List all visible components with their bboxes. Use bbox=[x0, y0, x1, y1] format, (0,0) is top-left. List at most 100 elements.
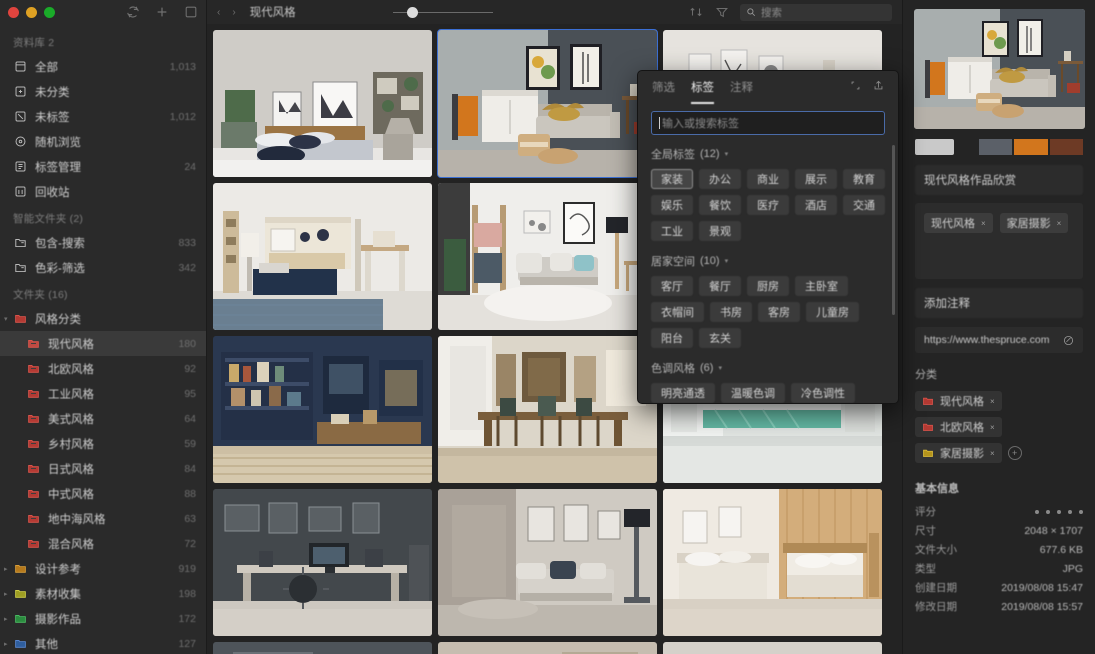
thumbnail-item[interactable] bbox=[438, 642, 657, 654]
annotation-field[interactable]: 添加注释 bbox=[915, 288, 1083, 318]
tab-tags[interactable]: 标签 bbox=[691, 71, 714, 104]
filter-icon[interactable] bbox=[714, 5, 729, 20]
add-icon[interactable] bbox=[154, 5, 169, 20]
tag-pill[interactable]: 家装 bbox=[651, 169, 693, 189]
tag-pill[interactable]: 娱乐 bbox=[651, 195, 693, 215]
remove-tag-icon[interactable]: × bbox=[981, 219, 986, 228]
category-chip[interactable]: 家居摄影 × bbox=[915, 443, 1002, 463]
metadata-row-rating[interactable]: 评分 bbox=[915, 502, 1083, 521]
share-icon[interactable] bbox=[873, 78, 884, 96]
popover-scrollbar[interactable] bbox=[892, 145, 895, 315]
palette-swatch[interactable] bbox=[979, 139, 1013, 155]
tag-pill[interactable]: 餐饮 bbox=[699, 195, 741, 215]
tag-pill[interactable]: 教育 bbox=[843, 169, 885, 189]
palette-swatch[interactable] bbox=[1014, 139, 1048, 155]
sidebar-folder-others[interactable]: ▸ 其他 127 bbox=[0, 631, 206, 654]
minimize-button[interactable] bbox=[26, 6, 37, 18]
chevron-right-icon[interactable]: ▸ bbox=[4, 640, 8, 648]
chevron-down-icon[interactable]: ▾ bbox=[725, 257, 729, 265]
tag-pill[interactable]: 办公 bbox=[699, 169, 741, 189]
tag-pill[interactable]: 景观 bbox=[699, 221, 741, 241]
sidebar-item-tag-manager[interactable]: 标签管理 24 bbox=[0, 154, 206, 179]
sidebar-item-smart-folder-1[interactable]: 包含-搜索 833 bbox=[0, 230, 206, 255]
thumbnail-item[interactable] bbox=[213, 30, 432, 177]
chevron-down-icon[interactable]: ▾ bbox=[725, 150, 729, 158]
back-button[interactable]: ‹ bbox=[217, 7, 220, 18]
star-icon[interactable] bbox=[1035, 509, 1039, 514]
tags-field[interactable]: 现代风格 × 家居摄影 × bbox=[915, 203, 1083, 279]
sidebar-item-random[interactable]: 随机浏览 bbox=[0, 129, 206, 154]
rating-stars[interactable] bbox=[1035, 509, 1083, 514]
remove-category-icon[interactable]: × bbox=[990, 423, 995, 432]
tag-search-input[interactable]: 输入或搜索标签 bbox=[651, 111, 885, 135]
sidebar-item-trash[interactable]: 回收站 bbox=[0, 179, 206, 204]
chevron-right-icon[interactable]: ▸ bbox=[4, 565, 8, 573]
remove-category-icon[interactable]: × bbox=[990, 449, 995, 458]
sidebar-folder-modern[interactable]: 现代风格 180 bbox=[0, 331, 206, 356]
star-icon[interactable] bbox=[1046, 509, 1050, 514]
sync-icon[interactable] bbox=[125, 5, 140, 20]
search-input[interactable]: 搜索 bbox=[740, 3, 892, 21]
thumbnail-item[interactable] bbox=[213, 336, 432, 483]
sidebar-folder-material-collection[interactable]: ▸ 素材收集 198 bbox=[0, 581, 206, 606]
remove-category-icon[interactable]: × bbox=[990, 397, 995, 406]
chevron-down-icon[interactable]: ▾ bbox=[4, 315, 8, 323]
sidebar-folder-japanese[interactable]: 日式风格 84 bbox=[0, 456, 206, 481]
category-chip[interactable]: 北欧风格 × bbox=[915, 417, 1002, 437]
zoom-slider[interactable] bbox=[393, 5, 494, 19]
sidebar-folder-american[interactable]: 美式风格 64 bbox=[0, 406, 206, 431]
tag-group-title-global[interactable]: 全局标签 (12) ▾ bbox=[651, 146, 885, 162]
thumbnail-item[interactable] bbox=[438, 489, 657, 636]
sidebar-folder-industrial[interactable]: 工业风格 95 bbox=[0, 381, 206, 406]
tag-pill[interactable]: 餐厅 bbox=[699, 276, 741, 296]
tag-pill[interactable]: 酒店 bbox=[795, 195, 837, 215]
thumbnail-item[interactable] bbox=[663, 489, 882, 636]
window-controls[interactable] bbox=[8, 6, 55, 18]
tag-pill[interactable]: 展示 bbox=[795, 169, 837, 189]
tag-pill[interactable]: 客厅 bbox=[651, 276, 693, 296]
tag-chip[interactable]: 现代风格 × bbox=[924, 213, 993, 233]
tag-pill[interactable]: 商业 bbox=[747, 169, 789, 189]
close-button[interactable] bbox=[8, 6, 19, 18]
tag-group-title-tone[interactable]: 色调风格 (6) ▾ bbox=[651, 360, 885, 376]
tag-chip[interactable]: 家居摄影 × bbox=[999, 213, 1069, 233]
sidebar-folder-chinese[interactable]: 中式风格 88 bbox=[0, 481, 206, 506]
tag-pill[interactable]: 交通 bbox=[843, 195, 885, 215]
zoom-button[interactable] bbox=[44, 6, 55, 18]
sidebar-item-smart-folder-2[interactable]: 色彩-筛选 342 bbox=[0, 255, 206, 280]
sidebar-folder-mediterranean[interactable]: 地中海风格 63 bbox=[0, 506, 206, 531]
tag-pill[interactable]: 阳台 bbox=[651, 328, 693, 348]
tag-pill[interactable]: 书房 bbox=[710, 302, 752, 322]
star-icon[interactable] bbox=[1068, 509, 1072, 514]
tag-filter-popover[interactable]: 筛选 标签 注释 输入或搜索标签 全局标签 (12) ▾ 家装 办公 商业 展示… bbox=[637, 70, 899, 404]
chevron-right-icon[interactable]: ▸ bbox=[4, 615, 8, 623]
tag-pill[interactable]: 明亮通透 bbox=[651, 383, 715, 403]
toggle-panel-icon[interactable] bbox=[183, 5, 198, 20]
chevron-down-icon[interactable]: ▾ bbox=[718, 364, 722, 372]
expand-icon[interactable] bbox=[850, 78, 861, 96]
sidebar-scroll[interactable]: 资料库 2 全部 1,013 未分类 未标签 1,012 随机浏览 标签管理 2… bbox=[0, 24, 206, 654]
thumbnail-item[interactable] bbox=[213, 489, 432, 636]
tag-pill[interactable]: 工业 bbox=[651, 221, 693, 241]
tag-pill[interactable]: 衣帽间 bbox=[651, 302, 704, 322]
zoom-slider-knob[interactable] bbox=[407, 6, 419, 18]
tab-filter[interactable]: 筛选 bbox=[652, 71, 675, 104]
thumbnail-item[interactable] bbox=[438, 336, 657, 483]
sidebar-folder-country[interactable]: 乡村风格 59 bbox=[0, 431, 206, 456]
star-icon[interactable] bbox=[1057, 509, 1061, 514]
thumbnail-item[interactable] bbox=[438, 183, 657, 330]
tag-pill[interactable]: 儿童房 bbox=[806, 302, 859, 322]
palette-main-swatch[interactable] bbox=[915, 139, 955, 155]
remove-tag-icon[interactable]: × bbox=[1057, 219, 1062, 228]
preview-image[interactable] bbox=[914, 9, 1085, 129]
sidebar-folder-nordic[interactable]: 北欧风格 92 bbox=[0, 356, 206, 381]
sidebar-folder-mixed[interactable]: 混合风格 72 bbox=[0, 531, 206, 556]
tag-pill[interactable]: 客房 bbox=[758, 302, 800, 322]
tag-pill[interactable]: 温暖色调 bbox=[721, 383, 785, 403]
sort-icon[interactable] bbox=[688, 5, 703, 20]
tag-pill[interactable]: 医疗 bbox=[747, 195, 789, 215]
sidebar-folder-design-reference[interactable]: ▸ 设计参考 919 bbox=[0, 556, 206, 581]
thumbnail-item[interactable] bbox=[213, 183, 432, 330]
forward-button[interactable]: › bbox=[232, 7, 235, 18]
tag-pill[interactable]: 厨房 bbox=[747, 276, 789, 296]
